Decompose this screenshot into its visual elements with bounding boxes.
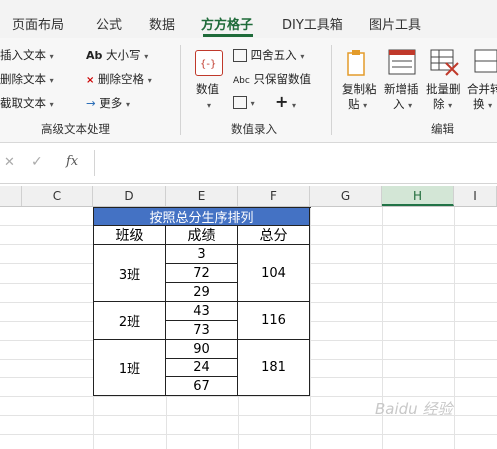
column-header-h[interactable]: H <box>382 186 454 206</box>
chevron-down-icon: ▾ <box>147 76 152 85</box>
tab-fangfang[interactable]: 方方格子 <box>201 14 253 33</box>
merge-convert-button-line2[interactable]: 换 ▾ <box>473 96 492 112</box>
bulk-delete-button-line2[interactable]: 除 ▾ <box>433 96 452 112</box>
active-tab-indicator <box>203 34 253 37</box>
chevron-down-icon: ▾ <box>300 52 305 61</box>
column-header-e[interactable]: E <box>166 186 238 206</box>
column-header-i[interactable]: I <box>454 186 497 206</box>
ribbon-separator <box>331 45 332 135</box>
insert-rows-icon <box>388 49 416 75</box>
insert-text-button[interactable]: 插入文本 ▾ <box>0 47 54 63</box>
total-cell[interactable]: 104 <box>238 245 310 302</box>
chevron-down-icon: ▾ <box>408 101 413 110</box>
ribbon-separator <box>180 45 181 135</box>
abc-icon: Abc <box>233 76 250 86</box>
value-icon: {-} <box>195 50 223 76</box>
chevron-down-icon: ▾ <box>49 52 54 61</box>
svg-text:{-}: {-} <box>200 59 216 70</box>
column-header-g[interactable]: G <box>310 186 382 206</box>
score-cell[interactable]: 29 <box>166 283 238 302</box>
keep-value-button[interactable]: Abc 只保留数值 <box>233 71 311 87</box>
column-header-c[interactable]: C <box>22 186 93 206</box>
grid-line <box>0 396 497 397</box>
bulk-delete-icon <box>430 49 460 77</box>
score-cell[interactable]: 73 <box>166 321 238 340</box>
extract-text-button[interactable]: 截取文本 ▾ <box>0 95 54 111</box>
table-title-cell[interactable]: 按照总分生序排列 <box>94 208 310 226</box>
group-label-advanced-text: 高级文本处理 <box>41 122 110 136</box>
edit-icon <box>233 96 247 109</box>
round-button[interactable]: 四舍五入 ▾ <box>233 47 304 63</box>
more-button[interactable]: → 更多 ▾ <box>86 95 130 111</box>
header-cell-total[interactable]: 总分 <box>238 226 310 245</box>
score-cell[interactable]: 3 <box>166 245 238 264</box>
merge-convert-button[interactable]: 合并转 <box>467 81 497 97</box>
tab-page-layout[interactable]: 页面布局 <box>12 14 64 33</box>
insert-button[interactable]: 新增插 <box>384 81 419 97</box>
delete-space-icon: × <box>86 75 95 86</box>
tab-formulas[interactable]: 公式 <box>96 14 122 33</box>
chevron-down-icon: ▾ <box>144 52 149 61</box>
column-header-d[interactable]: D <box>93 186 166 206</box>
chevron-down-icon: ▾ <box>250 99 255 108</box>
formula-input[interactable] <box>94 150 497 176</box>
tab-picture-tools[interactable]: 图片工具 <box>369 14 421 33</box>
edit-icon-button[interactable]: ▾ <box>233 95 255 109</box>
chevron-down-icon: ▾ <box>49 100 54 109</box>
tab-diy-toolbox[interactable]: DIY工具箱 <box>282 14 343 33</box>
chevron-down-icon: ▾ <box>292 101 297 110</box>
score-cell[interactable]: 67 <box>166 377 238 396</box>
score-cell[interactable]: 72 <box>166 264 238 283</box>
header-cell-score[interactable]: 成绩 <box>166 226 238 245</box>
group-label-number-entry: 数值录入 <box>231 122 277 136</box>
clipboard-icon <box>346 49 368 77</box>
insert-button-line2[interactable]: 入 ▾ <box>393 96 412 112</box>
value-button[interactable]: 数值 <box>196 81 219 97</box>
class-cell[interactable]: 1班 <box>94 340 166 396</box>
score-cell[interactable]: 90 <box>166 340 238 359</box>
chevron-down-icon: ▾ <box>448 101 453 110</box>
select-all-corner[interactable] <box>0 186 22 206</box>
chevron-down-icon: ▾ <box>49 76 54 85</box>
case-button[interactable]: Ab 大小写 ▾ <box>86 47 148 63</box>
class-cell[interactable]: 3班 <box>94 245 166 302</box>
delete-text-button[interactable]: 删除文本 ▾ <box>0 71 54 87</box>
chevron-down-icon: ▾ <box>488 101 493 110</box>
watermark: Baidu 经验 <box>375 400 453 418</box>
round-icon <box>233 49 247 62</box>
score-cell[interactable]: 43 <box>166 302 238 321</box>
grid-line <box>0 434 497 435</box>
total-cell[interactable]: 181 <box>238 340 310 396</box>
score-cell[interactable]: 24 <box>166 359 238 377</box>
confirm-icon[interactable]: ✓ <box>31 154 43 170</box>
chevron-down-icon: ▾ <box>363 101 368 110</box>
copy-paste-button[interactable]: 复制粘 <box>342 81 377 97</box>
total-cell[interactable]: 116 <box>238 302 310 340</box>
bulk-delete-button[interactable]: 批量删 <box>426 81 461 97</box>
copy-paste-button-line2[interactable]: 贴 ▾ <box>348 96 367 112</box>
tab-data[interactable]: 数据 <box>149 14 175 33</box>
header-cell-class[interactable]: 班级 <box>94 226 166 245</box>
delete-space-button[interactable]: × 删除空格 ▾ <box>86 71 152 87</box>
cancel-icon[interactable]: ✕ <box>4 155 15 170</box>
column-header-f[interactable]: F <box>238 186 310 206</box>
class-cell[interactable]: 2班 <box>94 302 166 340</box>
chevron-down-icon: ▾ <box>125 100 130 109</box>
merge-icon <box>473 49 497 77</box>
plus-icon[interactable]: + <box>275 92 288 111</box>
arrow-right-icon: → <box>86 96 96 110</box>
insert-function-button[interactable]: fx <box>66 154 78 169</box>
chevron-down-icon: ▾ <box>207 101 212 110</box>
group-label-edit: 编辑 <box>431 122 454 136</box>
case-icon: Ab <box>86 49 103 62</box>
